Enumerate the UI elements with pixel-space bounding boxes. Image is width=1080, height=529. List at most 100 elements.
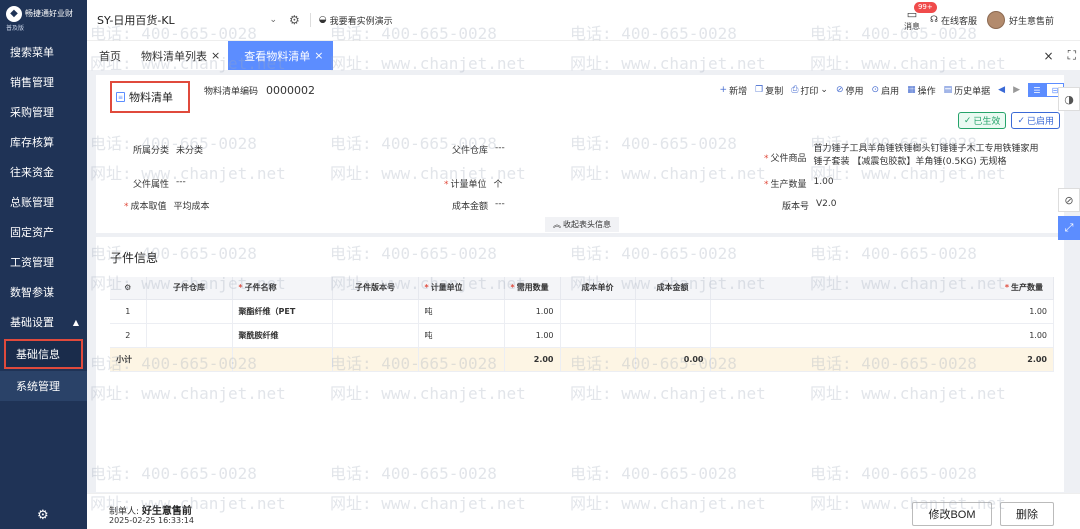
field-value: V2.0 — [816, 199, 837, 209]
cell-production-qty[interactable]: 1.00 — [710, 323, 1054, 348]
tab-label: 查看物料清单 — [244, 49, 311, 63]
required-mark: * — [238, 283, 243, 293]
sidebar-item-system[interactable]: 系统管理 — [0, 371, 87, 401]
tab-view-bom[interactable]: 查看物料清单 × — [228, 41, 334, 70]
cell-version[interactable] — [332, 323, 419, 348]
link-icon[interactable]: ⊘ — [1058, 188, 1080, 212]
field-value[interactable]: --- — [495, 143, 505, 156]
subtotal-required-qty: 2.00 — [504, 347, 561, 372]
product-name-line-2: 锤子套装 【减震包胶款】羊角锤(0.5KG) 无规格 — [813, 157, 1007, 167]
printer-icon: ⎙ — [791, 85, 799, 95]
gear-icon[interactable]: ⚙ — [37, 508, 49, 523]
sidebar-item-sales[interactable]: 销售管理 — [0, 67, 87, 97]
org-selector[interactable]: SY-日用百货-KL ⌄ — [97, 12, 277, 28]
cell-version[interactable] — [332, 299, 419, 324]
sidebar-item-basic-info[interactable]: 基础信息 — [4, 339, 83, 369]
user-menu[interactable]: 好生意售前 — [986, 11, 1054, 29]
cell-warehouse[interactable] — [146, 299, 233, 324]
code-label: 物料清单编码 — [204, 87, 259, 97]
close-icon[interactable]: × — [314, 49, 323, 62]
cell-unit-cost[interactable] — [560, 299, 636, 324]
fullscreen-icon[interactable]: ⛶ — [1068, 48, 1076, 63]
operations-button[interactable]: ▦ 操作 — [907, 84, 936, 97]
column-version: 子件版本号 — [332, 277, 419, 300]
demo-link[interactable]: ◒ 我要看实例演示 — [319, 14, 393, 27]
sidebar-item-funds[interactable]: 往来资金 — [0, 157, 87, 187]
column-settings[interactable]: ⚙ — [110, 277, 147, 300]
history-icon: ▤ — [943, 85, 953, 95]
field-label-text: 计量单位 — [450, 180, 487, 190]
cell-required-qty[interactable]: 1.00 — [504, 299, 561, 324]
copy-button[interactable]: ❐ 复制 — [755, 84, 783, 97]
sidebar-item-purchase[interactable]: 采购管理 — [0, 97, 87, 127]
column-required-qty: * 需用数量 — [504, 277, 561, 300]
service-label: 在线客服 — [940, 16, 977, 27]
document-title: ≡ 物料清单 — [110, 81, 190, 113]
tab-bom-list[interactable]: 物料清单列表 × — [133, 41, 228, 70]
close-icon[interactable]: × — [211, 49, 220, 62]
field-parent-attribute: 父件属性 --- — [133, 177, 186, 190]
status-enabled-label: 已启用 — [1026, 117, 1054, 127]
collapse-header-button[interactable]: ︽ 收起表头信息 — [545, 217, 619, 232]
top-bar: SY-日用百货-KL ⌄ ⚙ ◒ 我要看实例演示 ▭ 99+ 消息 ☊ 在线客服… — [87, 0, 1080, 40]
grid-icon: ▦ — [907, 85, 916, 95]
prev-record-icon[interactable]: ◀ — [998, 85, 1005, 95]
field-value: 未分类 — [176, 146, 204, 156]
copy-label: 复制 — [765, 86, 784, 97]
enable-button[interactable]: ⊙ 启用 — [872, 84, 900, 97]
components-table: ⚙ 子件仓库 * 子件名称 子件版本号 * 计量单位 * 需用数量 成本单价 成本金额… — [110, 277, 1054, 372]
disable-button[interactable]: ⊘ 停用 — [836, 84, 864, 97]
ban-icon: ⊘ — [835, 85, 844, 95]
components-card: 子件信息 ⚙ 子件仓库 * 子件名称 子件版本号 * 计量单位 * 需用数量 成本单价… — [96, 237, 1064, 492]
sidebar-item-search[interactable]: 搜索菜单 — [0, 37, 87, 67]
sidebar-item-inventory[interactable]: 库存核算 — [0, 127, 87, 157]
field-parent-warehouse: 父件仓库 --- — [452, 143, 505, 156]
cell-production-qty[interactable]: 1.00 — [710, 299, 1054, 324]
print-button[interactable]: ⎙ 打印 ⌄ — [791, 84, 828, 97]
chevron-down-icon: ⌄ — [269, 15, 277, 25]
subtotal-production-qty: 2.00 — [710, 347, 1054, 372]
cell-warehouse[interactable] — [146, 323, 233, 348]
list-view-icon[interactable]: ☰ — [1028, 83, 1046, 97]
field-value[interactable]: --- — [176, 177, 186, 190]
online-service-button[interactable]: ☊ 在线客服 — [930, 14, 977, 27]
field-cost-amount: 成本金额 --- — [452, 199, 505, 212]
settings-icon[interactable]: ⚙ — [289, 13, 300, 27]
collapse-side-icon[interactable]: ◑ — [1058, 87, 1080, 111]
column-label: 子件名称 — [244, 283, 277, 293]
table-row[interactable]: 2 聚酰胺纤维 吨 1.00 1.00 — [110, 323, 1054, 348]
sidebar-group-basic-settings[interactable]: 基础设置 ▲ — [0, 307, 87, 337]
sidebar-item-payroll[interactable]: 工资管理 — [0, 247, 87, 277]
required-mark: * — [124, 202, 129, 212]
sidebar-item-advisor[interactable]: 数智参谋 — [0, 277, 87, 307]
cell-cost-amount — [635, 323, 711, 348]
headset-icon: ☊ — [929, 15, 938, 25]
column-label: 需用数量 — [516, 283, 549, 293]
cell-required-qty[interactable]: 1.00 — [504, 323, 561, 348]
expand-icon[interactable]: ⤢ — [1058, 216, 1080, 240]
maker-info: 制单人: 好生意售前 — [109, 502, 192, 517]
messages-button[interactable]: ▭ 99+ 消息 — [904, 2, 937, 32]
cell-unit[interactable]: 吨 — [418, 299, 505, 324]
edit-bom-button[interactable]: 修改BOM — [912, 502, 992, 526]
field-value[interactable]: 首力锤子工具羊角锤铁锤榔头钉锤锤子木工专用铁锤家用 锤子套装 【减震包胶款】羊角… — [814, 143, 1039, 169]
field-value[interactable]: 平均成本 — [174, 199, 210, 212]
new-button[interactable]: + 新增 — [720, 84, 748, 97]
check-icon: ✓ — [1017, 115, 1025, 126]
status-enabled-badge: ✓ 已启用 — [1011, 112, 1060, 129]
history-button[interactable]: ▤ 历史单据 — [944, 84, 991, 97]
next-record-icon[interactable]: ▶ — [1013, 85, 1020, 95]
field-value[interactable]: 1.00 — [814, 177, 834, 190]
field-value: --- — [495, 199, 505, 209]
field-value[interactable]: 个 — [494, 177, 503, 190]
tab-home[interactable]: 首页 — [87, 41, 133, 70]
sidebar-item-ledger[interactable]: 总账管理 — [0, 187, 87, 217]
sidebar-item-assets[interactable]: 固定资产 — [0, 217, 87, 247]
cell-name[interactable]: 聚酯纤维（PET — [232, 299, 333, 324]
close-all-icon[interactable]: × — [1044, 49, 1054, 63]
cell-name[interactable]: 聚酰胺纤维 — [232, 323, 333, 348]
cell-unit-cost[interactable] — [560, 323, 636, 348]
cell-unit[interactable]: 吨 — [418, 323, 505, 348]
table-row[interactable]: 1 聚酯纤维（PET 吨 1.00 1.00 — [110, 299, 1054, 324]
delete-button[interactable]: 删除 — [1000, 502, 1054, 526]
